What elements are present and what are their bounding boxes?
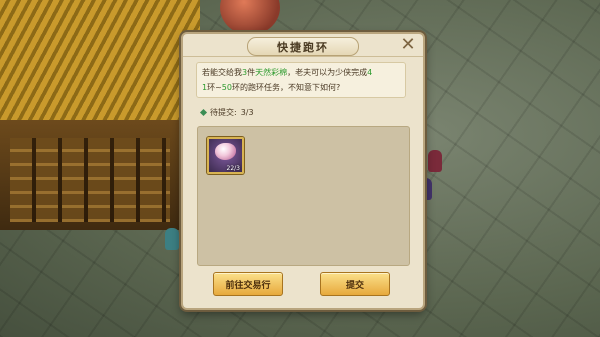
title-plate: 快捷跑环 [247, 37, 359, 56]
message-text: 环的跑环任务，不知意下如何? [231, 83, 341, 92]
message-rings-from: 4 [367, 68, 373, 77]
message-rings-to: 50 [221, 83, 232, 92]
npc-character[interactable] [165, 228, 179, 250]
quest-message: 若能交给我3件天然彩棉，老夫可以为少侠完成4 1环~50环的跑环任务，不知意下如… [196, 62, 406, 98]
go-to-trading-house-button[interactable]: 前往交易行 [213, 272, 283, 296]
close-button[interactable]: ✕ [399, 36, 417, 54]
pending-label: 待提交: [210, 108, 237, 117]
message-item-name: 天然彩棉 [255, 68, 288, 77]
message-text: ~ [215, 83, 222, 92]
npc-character[interactable] [428, 150, 442, 172]
dialog-title: 快捷跑环 [277, 40, 329, 54]
message-text: ，老夫可以为少侠完成 [287, 68, 368, 77]
items-panel: 22/3 [197, 126, 410, 266]
dialog-title-bar: 快捷跑环 ✕ [183, 34, 423, 57]
pavilion-wall [0, 120, 180, 230]
submit-button[interactable]: 提交 [320, 272, 390, 296]
item-slot[interactable]: 22/3 [207, 137, 244, 174]
pending-value: 3/3 [240, 108, 254, 117]
pending-submit-row: 待提交: 3/3 [199, 107, 254, 118]
quick-ring-dialog: 快捷跑环 ✕ 若能交给我3件天然彩棉，老夫可以为少侠完成4 1环~50环的跑环任… [181, 32, 425, 310]
message-text: 件 [247, 68, 256, 77]
diamond-icon [199, 108, 208, 117]
message-text: 环 [207, 83, 216, 92]
message-text: 若能交给我 [202, 68, 242, 77]
item-count: 22/3 [226, 165, 240, 172]
cotton-item-icon [215, 143, 236, 160]
